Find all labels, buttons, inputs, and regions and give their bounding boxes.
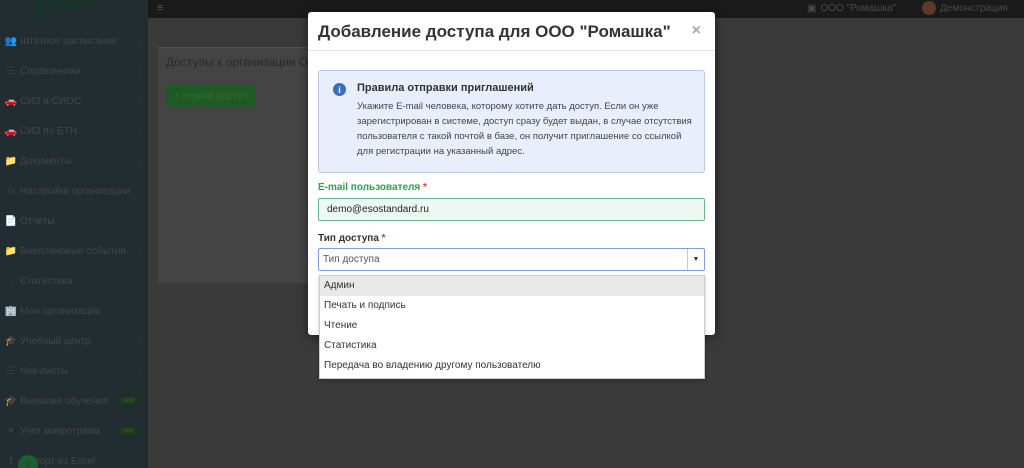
close-icon[interactable]: × [692, 22, 701, 40]
email-field[interactable] [318, 198, 705, 221]
org-name: ООО "Ромашка" [820, 3, 897, 14]
sidebar: ecostandard soft 👥 Штатное расписание › ☰ Сп… [0, 0, 148, 468]
sidebar-item-label: Настройки организации [20, 185, 131, 197]
chevron-right-icon: › [138, 365, 142, 377]
sidebar-item[interactable]: 📁 Внеплановые события › [0, 236, 148, 266]
org-switcher[interactable]: ▣ ООО "Ромашка" [807, 3, 896, 14]
chevron-right-icon: › [138, 245, 142, 257]
chevron-right-icon: › [138, 35, 142, 47]
building-icon: 🏢 [4, 305, 18, 317]
access-type-option[interactable]: Статистика [320, 336, 704, 356]
sidebar-item-label: Отчеты [20, 215, 55, 227]
required-mark: * [423, 182, 427, 193]
access-type-select[interactable]: Тип доступа ▼ [318, 248, 705, 271]
sidebar-item-label: Чек-листы [20, 365, 69, 377]
access-type-label-text: Тип доступа [318, 233, 379, 244]
graduation-cap-icon: 🎓 [4, 395, 18, 407]
checklist-icon: ☰ [6, 365, 16, 377]
sidebar-item-label: Внеплановые события [20, 245, 126, 257]
sidebar-item-label: Штатное расписание [20, 35, 118, 47]
sidebar-item-label: Статистика [20, 275, 73, 287]
chevron-right-icon: › [138, 95, 142, 107]
chevron-right-icon: › [138, 65, 142, 77]
import-icon: ⬆ [6, 455, 16, 467]
sidebar-item-label: Внешние обучения [20, 395, 109, 407]
modal-title: Добавление доступа для ООО "Ромашка" [318, 22, 671, 41]
email-label: E-mail пользователя * [318, 182, 427, 193]
sidebar-item-label: Мои организации [20, 305, 101, 317]
car-icon: 🚗 [4, 95, 18, 107]
info-title: Правила отправки приглашений [357, 82, 534, 94]
car-icon: 🚗 [4, 125, 18, 137]
access-type-dropdown: Админ Печать и подпись Чтение Статистика Пер… [319, 275, 705, 379]
sidebar-item-label: Учебный центр [20, 335, 91, 347]
briefcase-icon: ▣ [807, 3, 817, 14]
new-access-button[interactable]: + Новый доступ [166, 85, 256, 107]
sidebar-item[interactable]: ♥ Учет микротравм new [0, 416, 148, 446]
sidebar-item[interactable]: 👥 Штатное расписание › [0, 26, 148, 56]
info-icon: i [333, 83, 346, 96]
pie-chart-icon: ◔ [7, 275, 15, 287]
graduation-cap-icon: 🎓 [4, 335, 18, 347]
user-menu[interactable]: Демонстрация [922, 1, 1008, 15]
sidebar-item[interactable]: ☰ Справочники › [0, 56, 148, 86]
access-type-option[interactable]: Печать и подпись [320, 296, 704, 316]
chevron-down-icon[interactable]: ▼ [687, 249, 704, 270]
sidebar-item[interactable]: 🎓 Учебный центр › [0, 326, 148, 356]
required-mark: * [381, 233, 386, 244]
sidebar-item[interactable]: 🎓 Внешние обучения new [0, 386, 148, 416]
folder-icon: 📁 [4, 245, 18, 257]
list-icon: ☰ [6, 65, 16, 77]
access-type-option[interactable]: Передача во владению другому пользовател… [320, 356, 704, 376]
sidebar-item[interactable]: 🏢 Мои организации [0, 296, 148, 326]
info-alert: i Правила отправки приглашений Укажите E… [318, 70, 705, 173]
sidebar-item-label: СИЗ и СИОС [20, 95, 82, 107]
new-badge: new [118, 427, 138, 435]
sidebar-item[interactable]: 📁 Документы › [0, 146, 148, 176]
sidebar-item-label: Справочники [20, 65, 81, 77]
sidebar-item[interactable]: 📄 Отчеты [0, 206, 148, 236]
sidebar-item-label: Учет микротравм [20, 425, 100, 437]
file-icon: 📄 [4, 215, 18, 227]
user-name: Демонстрация [940, 2, 1008, 14]
chevron-right-icon: › [138, 125, 142, 137]
modal-header: Добавление доступа для ООО "Ромашка" × [308, 12, 715, 51]
sidebar-item[interactable]: ☰ Чек-листы › [0, 356, 148, 386]
hamburger-menu-icon[interactable]: ≡ [157, 2, 163, 14]
access-type-option[interactable]: Чтение [320, 316, 704, 336]
email-label-text: E-mail пользователя [318, 182, 421, 193]
help-button[interactable]: ? [18, 455, 38, 468]
users-icon: 👥 [4, 35, 18, 47]
sidebar-item-label: Документы [20, 155, 72, 167]
access-type-placeholder: Тип доступа [323, 254, 380, 265]
new-badge: new [118, 397, 138, 405]
access-type-label: Тип доступа * [318, 233, 386, 244]
folder-icon: 📁 [4, 155, 18, 167]
chevron-right-icon: › [138, 155, 142, 167]
chevron-right-icon: › [138, 335, 142, 347]
sidebar-item[interactable]: 🚗 СИЗ и СИОС › [0, 86, 148, 116]
sidebar-item[interactable]: ⚙ Настройки организации [0, 176, 148, 206]
page-title: Доступы к организации О [166, 55, 309, 69]
avatar [922, 1, 936, 15]
gear-icon: ⚙ [6, 185, 16, 197]
sidebar-item-label: СИЗ по ЕТН [20, 125, 77, 137]
info-text: Укажите E-mail человека, которому хотите… [357, 101, 692, 157]
sidebar-item[interactable]: ◔ Статистика [0, 266, 148, 296]
heart-icon: ♥ [8, 425, 14, 437]
sidebar-menu: 👥 Штатное расписание › ☰ Справочники › 🚗 СИЗ и … [0, 26, 148, 468]
access-type-option[interactable]: Админ [320, 276, 704, 296]
logo: ecostandard soft [0, 0, 148, 24]
logo-line-2: soft [34, 9, 53, 20]
sidebar-item[interactable]: 🚗 СИЗ по ЕТН › [0, 116, 148, 146]
